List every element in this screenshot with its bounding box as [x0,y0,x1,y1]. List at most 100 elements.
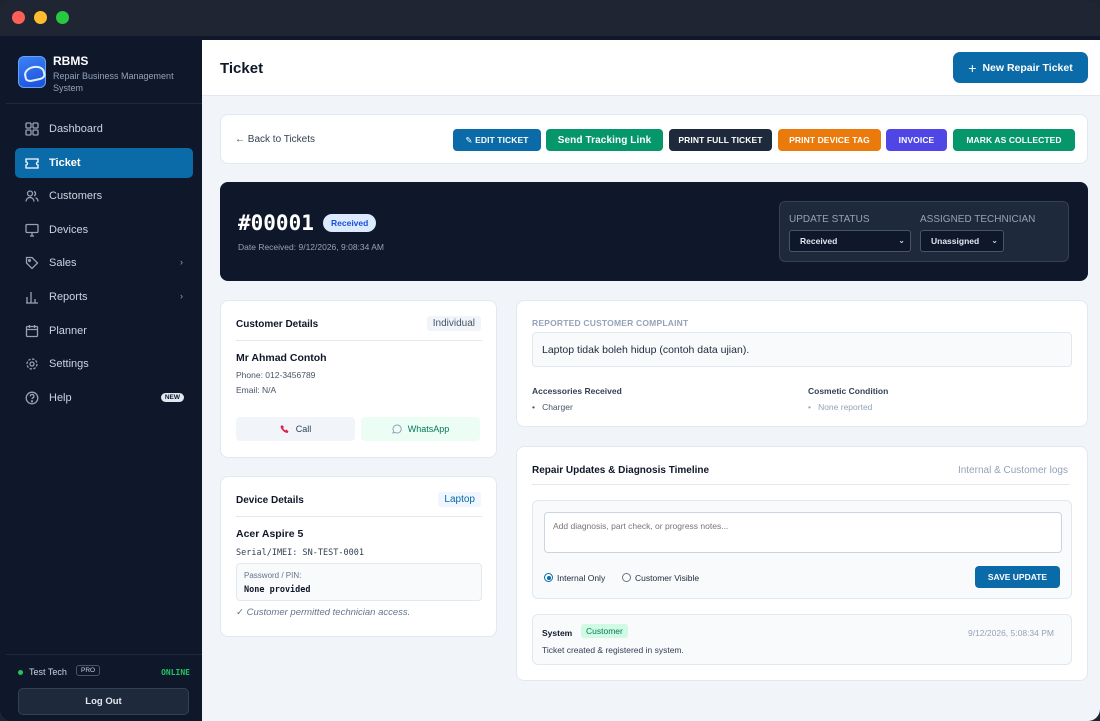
print-device-tag-button[interactable]: Print Device Tag [778,129,881,151]
update-status-select[interactable]: Received ⌄ [789,230,911,252]
chat-bubble-icon [391,424,402,434]
whatsapp-button[interactable]: WhatsApp [361,417,480,441]
brand: RBMS Repair Business Management System [18,54,198,102]
card-divider [236,516,482,517]
close-window-button[interactable] [12,11,25,24]
call-button[interactable]: Call [236,417,355,441]
password-label: Password / PIN: [244,571,302,580]
ticket-status-banner: #00001 Received Date Received: 9/12/2026… [220,182,1088,281]
customer-visible-label[interactable]: Customer Visible [635,573,699,583]
customer-details-title: Customer Details [236,319,319,330]
chevron-right-icon: › [180,257,183,268]
chevron-down-icon: ⌄ [991,236,998,245]
send-tracking-link-button[interactable]: Send Tracking Link [546,129,663,151]
role-badge: PRO [76,665,101,676]
sidebar-item-planner[interactable]: Planner [15,316,193,346]
new-repair-ticket-label: New Repair Ticket [982,61,1073,74]
pencil-icon: ✎ [465,134,476,145]
sidebar-item-sales[interactable]: Sales › [15,248,193,278]
sidebar-item-customers[interactable]: Customers [15,181,193,211]
device-name: Acer Aspire 5 [236,528,304,540]
print-full-ticket-button[interactable]: Print Full Ticket [669,129,772,151]
ticket-icon [25,157,39,169]
call-label: Call [295,424,312,434]
bar-chart-icon [26,291,38,304]
card-divider [532,484,1070,485]
save-update-button[interactable]: SAVE UPDATE [975,566,1060,588]
gear-icon [26,358,38,370]
customer-details-card: Customer Details Individual Mr Ahmad Con… [220,300,497,458]
assigned-technician-value: Unassigned [931,236,980,246]
app-window: RBMS Repair Business Management System D… [0,0,1100,721]
sidebar-item-settings[interactable]: Settings [15,349,193,379]
online-indicator [18,670,23,675]
card-divider [236,340,482,341]
page-title: Ticket [220,60,264,77]
device-serial: Serial/IMEI: SN-TEST-0001 [236,548,364,558]
bullet-icon: • [532,402,543,412]
back-to-tickets-link[interactable]: ← Back to Tickets [235,134,315,145]
logo-icon [18,56,46,88]
new-repair-ticket-button[interactable]: + New Repair Ticket [953,52,1088,83]
mark-as-collected-button[interactable]: Mark As Collected [953,129,1075,151]
brand-subtitle: Repair Business Management System [53,71,174,93]
customer-phone: Phone: 012-3456789 [236,370,316,380]
internal-only-radio[interactable] [544,573,553,582]
assigned-technician-select[interactable]: Unassigned ⌄ [920,230,1004,252]
ticket-action-bar: ← Back to Tickets ✎ Edit Ticket Send Tra… [220,114,1088,164]
note-composer: Internal Only Customer Visible SAVE UPDA… [532,500,1072,599]
tag-icon [25,257,39,270]
log-author: System [542,628,573,638]
edit-ticket-button[interactable]: ✎ Edit Ticket [453,129,541,151]
cosmetic-item-label: None reported [818,402,873,412]
plus-icon: + [968,59,977,76]
invoice-button[interactable]: Invoice [886,129,947,151]
sidebar-item-label: Reports [49,290,88,303]
window-titlebar [0,0,1100,36]
sidebar-item-label: Devices [49,223,89,236]
timeline-title: Repair Updates & Diagnosis Timeline [532,465,710,476]
sidebar-item-devices[interactable]: Devices [15,215,193,245]
chevron-down-icon: ⌄ [898,236,905,245]
maximize-window-button[interactable] [56,11,69,24]
edit-ticket-label: Edit Ticket [475,134,529,145]
accessories-item-label: Charger [542,402,573,412]
logout-button[interactable]: Log Out [18,688,189,715]
accessories-item: • Charger [532,402,573,412]
customer-type-badge: Individual [426,316,481,331]
sidebar-item-dashboard[interactable]: Dashboard [15,114,193,144]
bullet-icon: • [808,402,819,412]
sidebar: RBMS Repair Business Management System D… [6,40,202,721]
calendar-icon [25,324,39,337]
progress-note-input[interactable] [544,512,1062,553]
sidebar-item-label: Customers [49,190,103,203]
accessories-title: Accessories Received [532,386,622,396]
sidebar-item-label: Help [49,391,72,404]
customer-visible-radio[interactable] [622,573,631,582]
sidebar-item-reports[interactable]: Reports › [15,282,193,312]
sidebar-item-help[interactable]: Help NEW [15,383,193,413]
date-received: Date Received: 9/12/2026, 9:08:34 AM [238,242,385,252]
cosmetic-title: Cosmetic Condition [808,386,889,396]
complaint-text: Laptop tidak boleh hidup (contoh data uj… [532,332,1072,367]
complaint-card: Reported Customer Complaint Laptop tidak… [516,300,1088,427]
sidebar-nav: Dashboard Ticket Customers Devices Sales… [15,114,193,416]
user-name: Test Tech [29,667,67,677]
sidebar-item-label: Settings [49,358,89,371]
repair-timeline-card: Repair Updates & Diagnosis Timeline Inte… [516,446,1088,681]
chevron-right-icon: › [180,290,183,301]
device-type-badge: Laptop [438,492,481,507]
customer-name: Mr Ahmad Contoh [236,352,327,364]
customer-email: Email: N/A [236,385,277,395]
sidebar-item-label: Planner [49,324,87,337]
device-details-title: Device Details [236,495,304,506]
internal-only-label[interactable]: Internal Only [557,573,605,583]
minimize-window-button[interactable] [34,11,47,24]
sidebar-item-ticket[interactable]: Ticket [15,147,193,178]
visibility-badge: Customer [581,624,628,638]
status-badge: Received [323,214,377,232]
log-text: Ticket created & registered in system. [542,645,684,655]
cosmetic-item: • None reported [808,402,872,412]
whatsapp-label: WhatsApp [407,424,450,434]
sidebar-divider [6,103,202,104]
